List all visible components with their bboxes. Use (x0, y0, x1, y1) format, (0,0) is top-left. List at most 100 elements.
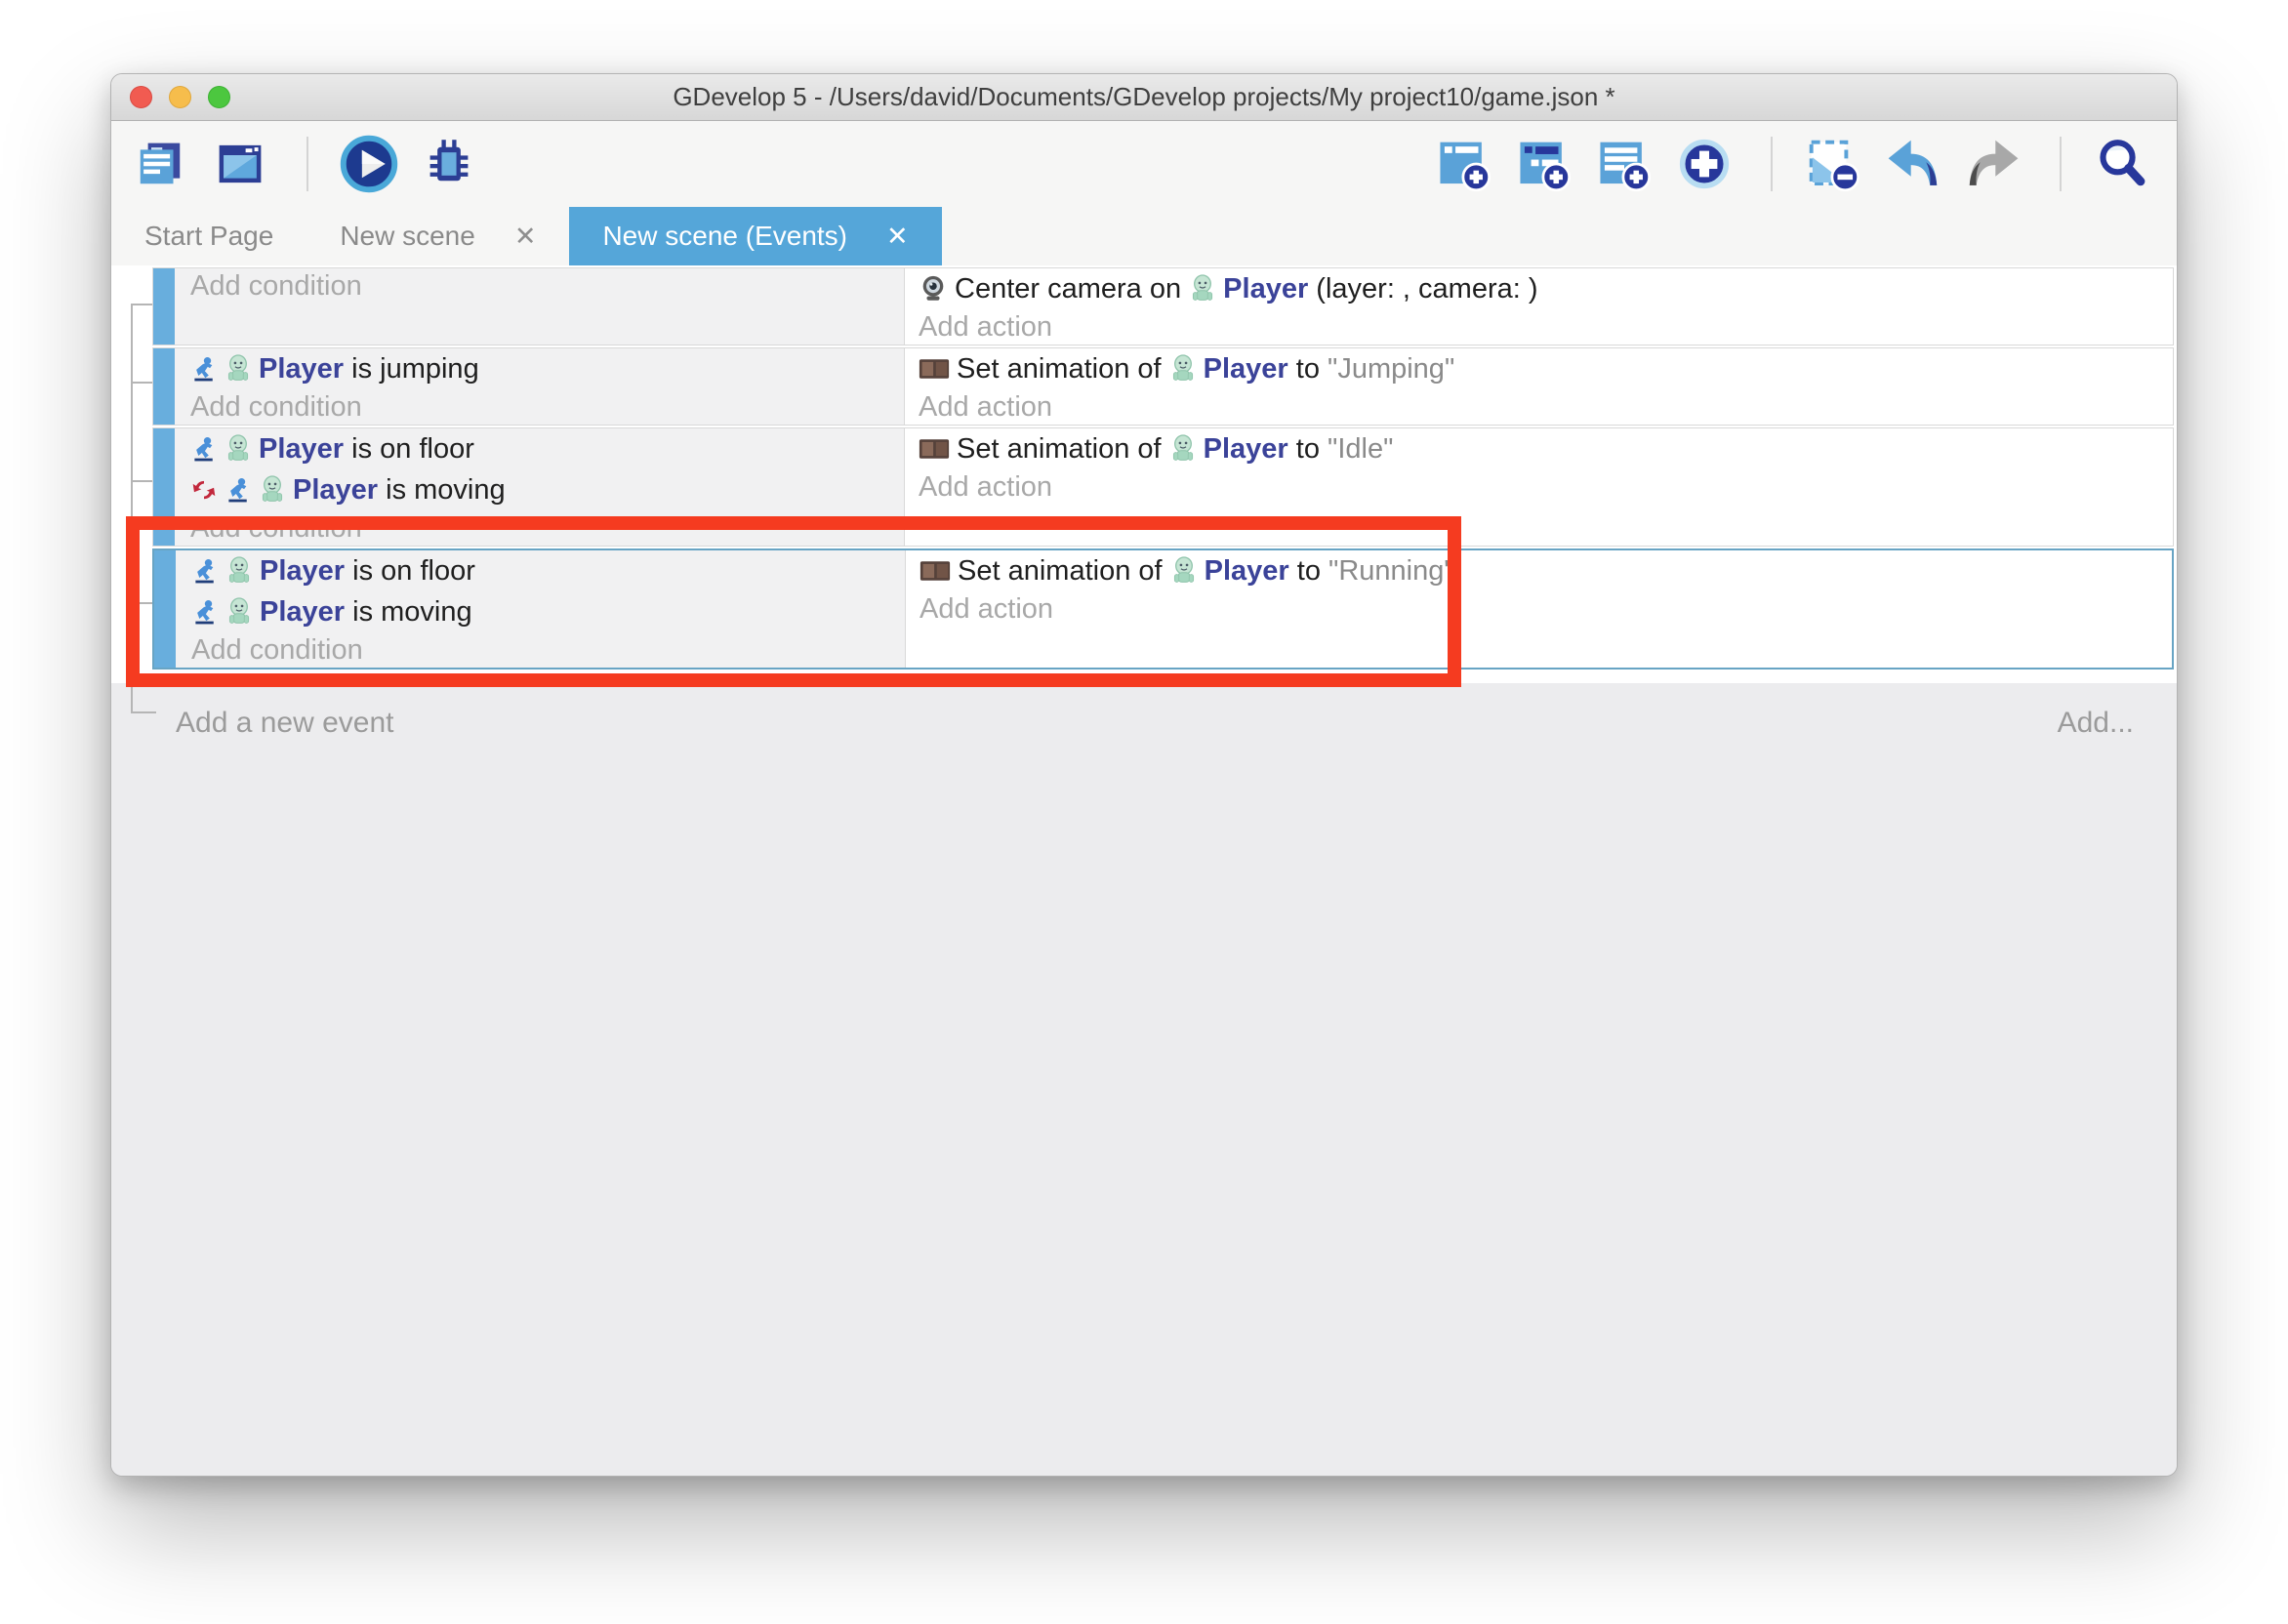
event-row[interactable]: Player is on floorPlayer is movingAdd co… (152, 427, 2174, 547)
add-something-button[interactable] (1679, 136, 1736, 192)
condition-line[interactable]: Player is jumping (175, 348, 904, 389)
tree-rail-tick (131, 711, 156, 713)
delete-event-button[interactable] (1808, 136, 1864, 192)
tab-start-page[interactable]: Start Page (111, 207, 306, 265)
close-tab-icon[interactable]: ✕ (514, 223, 537, 250)
tab-label: New scene (Events) (602, 221, 847, 252)
redo-button[interactable] (1968, 136, 2024, 192)
events-list: Add conditionCenter camera on Player (la… (111, 265, 2177, 683)
condition-line[interactable]: Player is moving (176, 591, 905, 632)
search-button[interactable] (2097, 136, 2153, 192)
add-subevent-button[interactable] (1519, 136, 1575, 192)
add-comment-button[interactable] (1599, 136, 1655, 192)
tree-rail (131, 304, 133, 713)
play-button[interactable] (344, 136, 400, 192)
add-action-button[interactable]: Add action (905, 389, 2173, 425)
instruction-text: to (1288, 353, 1328, 386)
action-line[interactable]: Set animation of Player to "Idle" (905, 428, 2173, 469)
project-manager-button[interactable] (135, 136, 191, 192)
add-condition-button[interactable]: Add condition (175, 268, 904, 304)
action-line[interactable]: Set animation of Player to "Running" (906, 550, 2172, 591)
instruction-text: is on floor (345, 555, 475, 588)
window-title: GDevelop 5 - /Users/david/Documents/GDev… (673, 82, 1614, 112)
redo-icon (1964, 135, 2022, 193)
event-row[interactable]: Player is jumpingAdd conditionSet animat… (152, 347, 2174, 426)
object-name: Player (1204, 353, 1288, 386)
tab-bar: Start Page New scene ✕ New scene (Events) ✕ (111, 207, 2177, 265)
add-action-button[interactable]: Add action (906, 591, 2172, 627)
actions-column: Set animation of Player to "Jumping"Add … (905, 348, 2173, 425)
instruction-text: to (1288, 433, 1328, 466)
player-icon (1189, 274, 1216, 304)
instruction-text: is jumping (344, 353, 479, 386)
animation-icon (919, 559, 951, 583)
instruction-text: (layer: , camera: ) (1308, 273, 1537, 305)
close-window-button[interactable] (130, 86, 152, 108)
play-icon (339, 134, 399, 194)
animation-icon (919, 437, 950, 461)
object-name: Player (260, 596, 345, 629)
add-action-button[interactable]: Add action (905, 469, 2173, 505)
player-icon (225, 556, 253, 586)
instruction-text: "Running" (1328, 555, 1454, 588)
debug-button[interactable] (424, 136, 480, 192)
actions-column: Center camera on Player (layer: , camera… (905, 268, 2173, 345)
action-line[interactable]: Set animation of Player to "Jumping" (905, 348, 2173, 389)
event-row-selected[interactable]: Player is on floorPlayer is movingAdd co… (152, 548, 2174, 670)
player-icon (1170, 556, 1198, 586)
close-tab-icon[interactable]: ✕ (886, 223, 909, 250)
scene-editor-button[interactable] (215, 136, 271, 192)
add-action-button-label: Add action (919, 311, 1052, 344)
events-sheet: Add conditionCenter camera on Player (la… (111, 265, 2177, 1476)
debug-icon (422, 137, 476, 191)
instruction-text: Set animation of (957, 353, 1169, 386)
instruction-text: is moving (345, 596, 472, 629)
event-handle[interactable] (153, 268, 175, 345)
condition-line[interactable]: Player is on floor (175, 428, 904, 469)
player-icon (1169, 434, 1197, 464)
event-handle[interactable] (153, 348, 175, 425)
add-button[interactable]: Add... (2058, 707, 2134, 740)
add-event-button[interactable] (1439, 136, 1495, 192)
tab-new-scene[interactable]: New scene ✕ (306, 207, 569, 265)
action-line[interactable]: Center camera on Player (layer: , camera… (905, 268, 2173, 309)
add-event-icon (1436, 136, 1492, 192)
camera-icon (919, 274, 948, 304)
player-icon (225, 434, 252, 464)
platformer-icon (191, 598, 219, 626)
toolbar-divider (2060, 137, 2062, 191)
conditions-column: Player is jumpingAdd condition (175, 348, 905, 425)
add-condition-button[interactable]: Add condition (176, 632, 905, 668)
add-action-button-label: Add action (919, 593, 1053, 626)
actions-column: Set animation of Player to "Idle"Add act… (905, 428, 2173, 546)
event-handle[interactable] (153, 428, 175, 546)
maximize-window-button[interactable] (208, 86, 230, 108)
conditions-column: Player is on floorPlayer is movingAdd co… (176, 550, 906, 668)
tab-label: New scene (340, 221, 475, 252)
add-condition-button-label: Add condition (190, 512, 362, 545)
add-something-icon (1676, 136, 1733, 192)
add-action-button[interactable]: Add action (905, 309, 2173, 345)
condition-line[interactable]: Player is moving (175, 469, 904, 510)
add-new-event-row: Add a new event Add... (111, 705, 2177, 742)
conditions-column: Add condition (175, 268, 905, 345)
event-row[interactable]: Add conditionCenter camera on Player (la… (152, 267, 2174, 345)
instruction-text: is on floor (344, 433, 474, 466)
undo-button[interactable] (1888, 136, 1944, 192)
object-name: Player (1205, 555, 1289, 588)
add-condition-button-label: Add condition (191, 634, 363, 667)
instruction-text: Set animation of (958, 555, 1170, 588)
add-condition-button[interactable]: Add condition (175, 510, 904, 546)
project-manager-icon (134, 138, 186, 190)
object-name: Player (259, 433, 344, 466)
minimize-window-button[interactable] (169, 86, 191, 108)
object-name: Player (259, 353, 344, 386)
tab-new-scene-events[interactable]: New scene (Events) ✕ (569, 207, 941, 265)
object-name: Player (1204, 433, 1288, 466)
event-handle[interactable] (154, 550, 176, 668)
add-action-button-label: Add action (919, 391, 1052, 424)
add-new-event-button[interactable]: Add a new event (176, 707, 394, 740)
condition-line[interactable]: Player is on floor (176, 550, 905, 591)
scene-editor-icon (214, 138, 266, 190)
add-condition-button[interactable]: Add condition (175, 389, 904, 425)
